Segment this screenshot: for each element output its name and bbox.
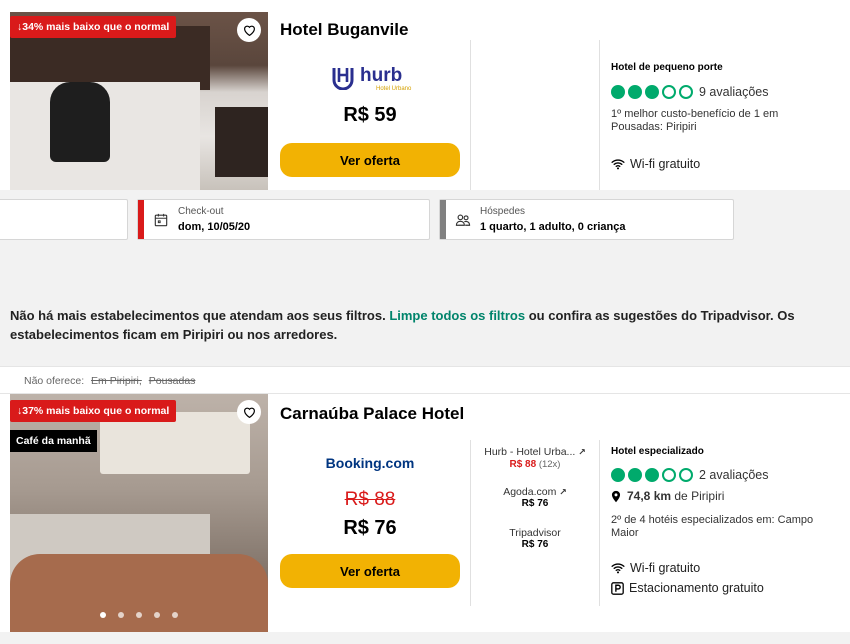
rating-row[interactable]: 9 avaliações <box>611 85 769 99</box>
review-count[interactable]: 9 avaliações <box>699 85 769 99</box>
rating-bubble-empty <box>679 468 693 482</box>
hotel-category: Hotel de pequeno porte <box>611 62 723 73</box>
wifi-icon <box>611 159 625 170</box>
carousel-dot[interactable] <box>154 612 160 618</box>
heart-icon <box>243 25 255 36</box>
deal-badge: ↓37% mais baixo que o normal <box>10 400 177 422</box>
save-heart-button[interactable] <box>237 18 261 42</box>
ranking-text[interactable]: 2º de 4 hotéis especializados em: Campo … <box>611 514 841 540</box>
rating-bubble-empty <box>679 85 693 99</box>
ranking-text[interactable]: 1º melhor custo-benefício de 1 em Pousad… <box>611 108 811 134</box>
rating-bubbles <box>611 468 693 482</box>
rating-bubbles <box>611 85 693 99</box>
rating-bubble-filled <box>611 468 625 482</box>
provider-logo-booking: Booking.com <box>325 455 415 471</box>
photo-nightstand <box>215 107 268 177</box>
photo-sofa <box>10 554 268 632</box>
provider-deal-hurb[interactable]: Hurb - Hotel Urba... ↗ R$ 88 (12x) <box>475 446 595 470</box>
amenity-parking: Estacionamento gratuito <box>611 581 764 595</box>
location-pin-icon <box>611 490 621 502</box>
provider-logo-hurb: hurb Hotel Urbano <box>330 64 412 94</box>
provider-deal-agoda[interactable]: Agoda.com ↗ R$ 76 <box>475 486 595 509</box>
price: R$ 59 <box>343 104 397 126</box>
rating-bubble-filled <box>628 85 642 99</box>
distance-label: de Piripiri <box>671 489 725 503</box>
divider <box>470 440 471 606</box>
divider <box>599 440 600 606</box>
carousel-dot[interactable] <box>136 612 142 618</box>
save-heart-button[interactable] <box>237 400 261 424</box>
provider-price: R$ 88 <box>509 459 537 470</box>
carousel-dot[interactable] <box>118 612 124 618</box>
guests-value: 1 quarto, 1 adulto, 0 criança <box>480 221 626 233</box>
checkout-value: dom, 10/05/20 <box>178 221 251 233</box>
rating-bubble-filled <box>645 85 659 99</box>
not-offered-label: Não oferece: <box>24 375 85 387</box>
view-offer-button[interactable]: Ver oferta <box>280 143 460 177</box>
amenity-parking-label: Estacionamento gratuito <box>629 581 764 595</box>
provider-price: R$ 76 <box>521 498 549 509</box>
checkout-field[interactable]: Check-out dom, 10/05/20 <box>137 199 430 240</box>
rating-bubble-filled <box>611 85 625 99</box>
amenity-wifi: Wi-fi gratuito <box>611 561 700 575</box>
no-more-results-notice: Não há mais estabelecimentos que atendam… <box>10 306 840 344</box>
divider <box>599 40 600 190</box>
not-offered-bar: Não oferece: Em Piripiri, Pousadas <box>0 366 850 394</box>
provider-name: Agoda.com <box>503 486 557 498</box>
amenity-wifi-label: Wi-fi gratuito <box>630 561 701 575</box>
rating-bubble-filled <box>645 468 659 482</box>
checkout-caption: Check-out <box>178 206 224 217</box>
not-offered-item: Pousadas <box>148 375 196 387</box>
photo-bag <box>50 82 110 162</box>
checkin-field[interactable] <box>0 199 128 240</box>
not-offered-item: Em Piripiri, <box>91 375 142 387</box>
divider <box>470 40 471 190</box>
calendar-icon <box>154 213 168 227</box>
provider-name: Hurb - Hotel Urba... <box>484 446 576 458</box>
rating-bubble-empty <box>662 468 676 482</box>
hotel-photo[interactable] <box>10 12 268 190</box>
provider-logo-sub: Hotel Urbano <box>376 86 412 92</box>
carousel-dot-active[interactable] <box>100 612 106 618</box>
provider-price: R$ 76 <box>521 539 549 550</box>
distance-row: 74,8 km de Piripiri <box>611 489 724 503</box>
external-link-icon: ↗ <box>578 447 586 457</box>
hotel-name[interactable]: Carnaúba Palace Hotel <box>280 404 464 424</box>
provider-name: Tripadvisor <box>509 527 561 539</box>
guests-caption: Hóspedes <box>480 206 526 217</box>
hurb-logo-icon <box>332 68 354 90</box>
amenity-wifi: Wi-fi gratuito <box>611 157 700 171</box>
provider-installments: (12x) <box>536 459 561 470</box>
carousel-dot[interactable] <box>172 612 178 618</box>
price: R$ 76 <box>343 517 397 539</box>
photo-carousel-dots[interactable] <box>100 612 178 618</box>
field-accent <box>138 200 144 239</box>
parking-icon <box>611 581 624 595</box>
deal-badge: ↓34% mais baixo que o normal <box>10 16 177 38</box>
guests-field[interactable]: Hóspedes 1 quarto, 1 adulto, 0 criança <box>439 199 734 240</box>
notice-text: Não há mais estabelecimentos que atendam… <box>10 308 390 323</box>
hotel-category: Hotel especializado <box>611 446 704 457</box>
external-link-icon: ↗ <box>559 487 567 497</box>
guests-icon <box>455 214 471 226</box>
review-count[interactable]: 2 avaliações <box>699 468 769 482</box>
heart-icon <box>243 407 255 418</box>
old-price: R$ 88 <box>344 489 396 510</box>
provider-logo-text: hurb <box>360 65 403 86</box>
rating-bubble-empty <box>662 85 676 99</box>
amenity-wifi-label: Wi-fi gratuito <box>630 157 701 171</box>
rating-bubble-filled <box>628 468 642 482</box>
provider-deal-tripadvisor[interactable]: Tripadvisor R$ 76 <box>475 527 595 550</box>
page-bottom-strip <box>0 632 850 644</box>
view-offer-button[interactable]: Ver oferta <box>280 554 460 588</box>
wifi-icon <box>611 563 625 574</box>
clear-filters-link[interactable]: Limpe todos os filtros <box>389 308 525 323</box>
distance-value: 74,8 km <box>627 489 672 503</box>
rating-row[interactable]: 2 avaliações <box>611 468 769 482</box>
field-accent <box>440 200 446 239</box>
breakfast-badge: Café da manhã <box>10 430 97 452</box>
hotel-name[interactable]: Hotel Buganvile <box>280 20 408 40</box>
